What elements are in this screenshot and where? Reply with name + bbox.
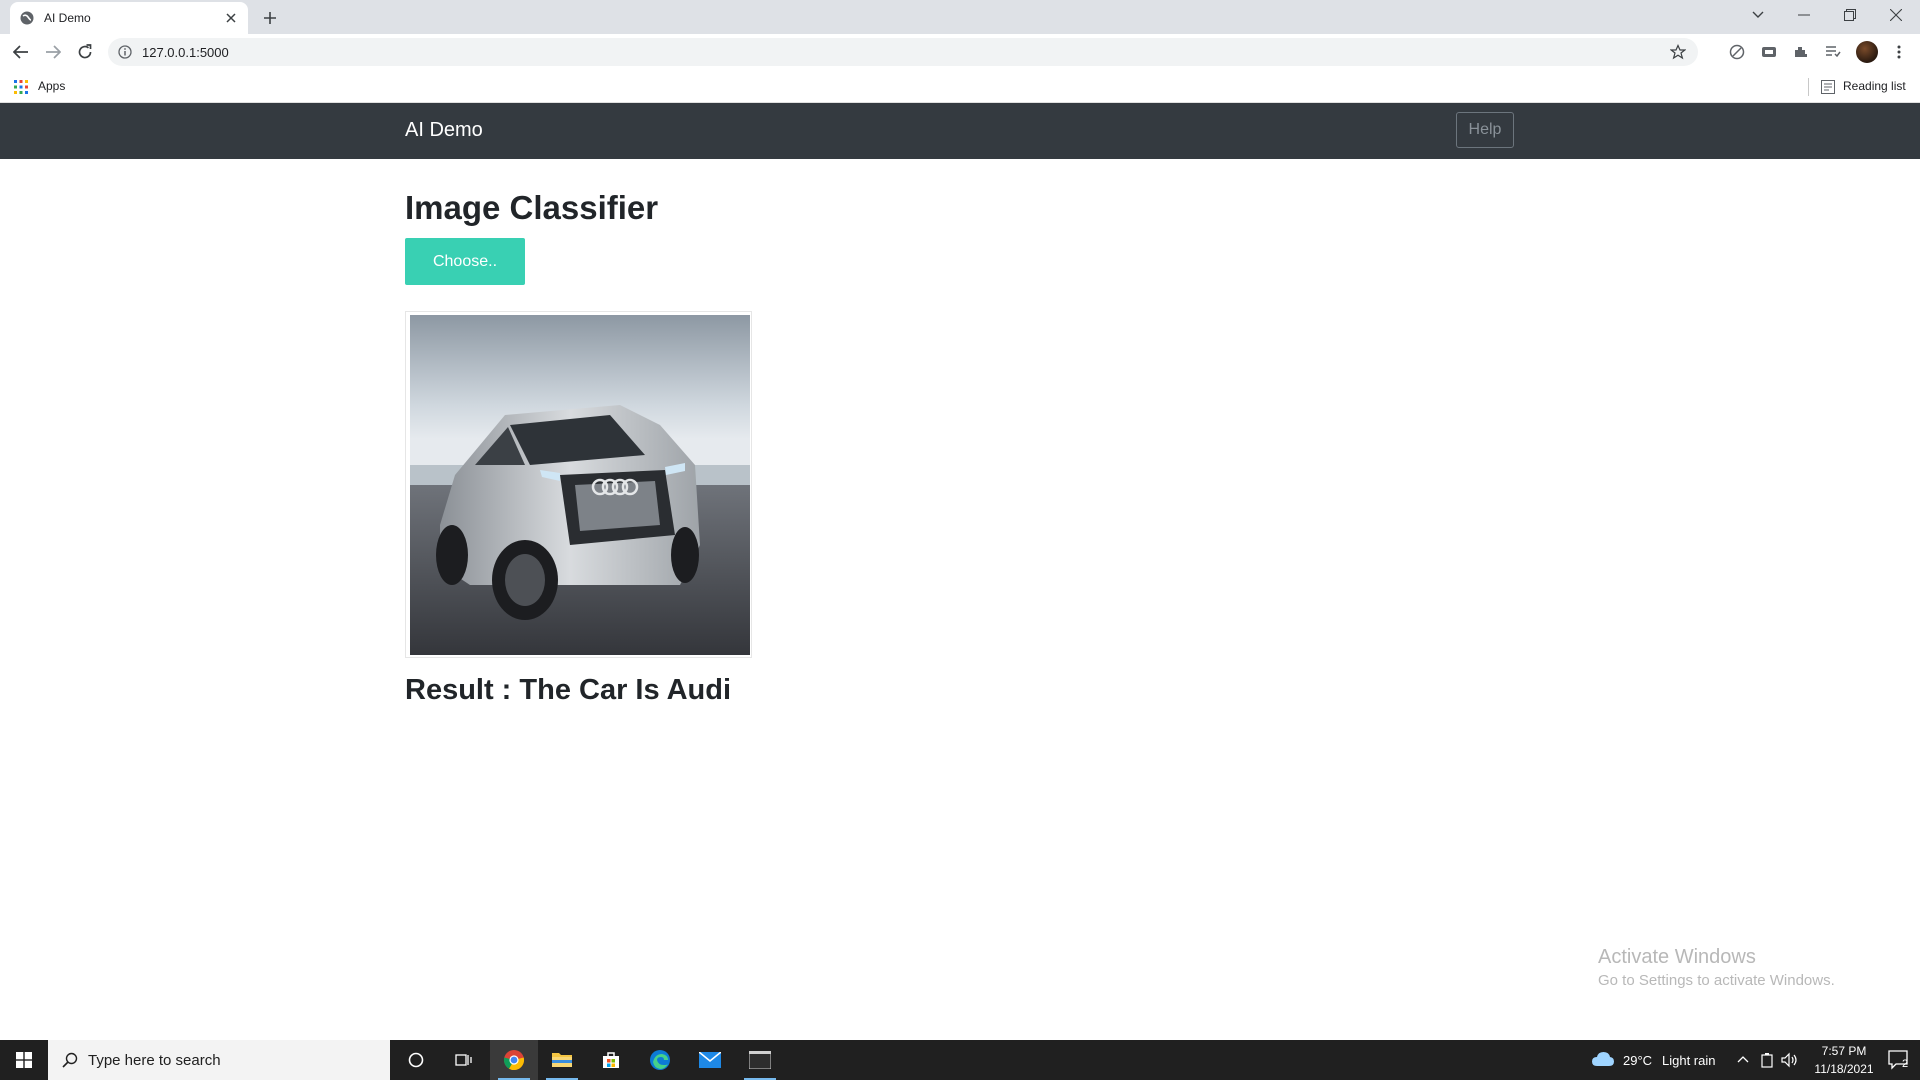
task-view-icon[interactable] <box>440 1040 488 1080</box>
mail-icon[interactable] <box>686 1040 734 1080</box>
clock-date[interactable]: 11/18/2021 <box>1806 1062 1882 1076</box>
reload-icon[interactable] <box>71 38 99 66</box>
close-icon[interactable] <box>222 9 240 27</box>
store-icon[interactable] <box>587 1040 635 1080</box>
reading-list-icon[interactable] <box>1821 80 1835 94</box>
browser-tabstrip: AI Demo <box>0 0 1920 34</box>
divider <box>1808 78 1809 96</box>
clock-time[interactable]: 7:57 PM <box>1814 1044 1874 1058</box>
weather-description[interactable]: Light rain <box>1662 1053 1715 1068</box>
plus-icon[interactable] <box>259 7 281 29</box>
chrome-icon[interactable] <box>490 1040 538 1080</box>
edge-icon[interactable] <box>636 1040 684 1080</box>
image-preview <box>405 311 752 658</box>
address-bar[interactable]: 127.0.0.1:5000 <box>108 38 1698 66</box>
reading-list-icon[interactable] <box>1824 43 1842 61</box>
search-icon <box>62 1052 78 1068</box>
apps-label[interactable]: Apps <box>38 79 65 93</box>
avatar[interactable] <box>1856 41 1878 63</box>
page-title: Image Classifier <box>405 189 659 226</box>
extension-icon[interactable] <box>1728 43 1746 61</box>
tab-search-icon[interactable] <box>1735 0 1781 30</box>
browser-tab[interactable]: AI Demo <box>10 2 248 34</box>
cortana-icon[interactable] <box>392 1040 440 1080</box>
choose-file-button[interactable]: Choose.. <box>405 238 525 285</box>
activate-windows-title: Activate Windows <box>1598 946 1756 968</box>
taskbar-search[interactable]: Type here to search <box>48 1040 390 1080</box>
url-text[interactable]: 127.0.0.1:5000 <box>142 45 229 60</box>
close-window-icon[interactable] <box>1873 0 1919 30</box>
menu-icon[interactable] <box>1890 43 1908 61</box>
notification-icon[interactable]: 2 <box>1878 1040 1920 1080</box>
star-icon[interactable] <box>1670 44 1686 60</box>
cloud-icon[interactable] <box>1592 1051 1614 1067</box>
bookmarks-bar: Apps Reading list <box>0 70 1920 103</box>
minimize-icon[interactable] <box>1781 0 1827 30</box>
activate-windows-subtitle: Go to Settings to activate Windows. <box>1598 972 1835 989</box>
volume-icon[interactable] <box>1781 1052 1799 1068</box>
car-image <box>410 315 750 655</box>
windows-icon[interactable] <box>0 1040 48 1080</box>
site-navbar: AI Demo Help <box>0 103 1920 159</box>
forward-icon[interactable] <box>39 38 67 66</box>
globe-icon <box>20 11 34 25</box>
weather-temp[interactable]: 29°C <box>1623 1053 1652 1068</box>
tab-title: AI Demo <box>44 11 91 25</box>
browser-toolbar: 127.0.0.1:5000 <box>0 34 1920 70</box>
battery-icon[interactable] <box>1760 1052 1774 1068</box>
result-text: Result : The Car Is Audi <box>405 674 732 706</box>
terminal-icon[interactable] <box>736 1040 784 1080</box>
help-button[interactable]: Help <box>1456 112 1514 148</box>
notification-count: 2 <box>1902 1058 1909 1070</box>
windows-taskbar: Type here to search 29°C Light rain 7:57… <box>0 1040 1920 1080</box>
search-placeholder[interactable]: Type here to search <box>88 1052 221 1069</box>
chevron-up-icon[interactable] <box>1737 1055 1749 1063</box>
brand[interactable]: AI Demo <box>405 119 483 142</box>
extension-icon[interactable] <box>1760 43 1778 61</box>
apps-icon[interactable] <box>14 80 28 94</box>
restore-icon[interactable] <box>1827 0 1873 30</box>
info-icon[interactable] <box>118 45 132 59</box>
reading-list-label[interactable]: Reading list <box>1843 79 1906 93</box>
extension-icon[interactable] <box>1792 43 1810 61</box>
back-icon[interactable] <box>7 38 35 66</box>
folder-icon[interactable] <box>538 1040 586 1080</box>
